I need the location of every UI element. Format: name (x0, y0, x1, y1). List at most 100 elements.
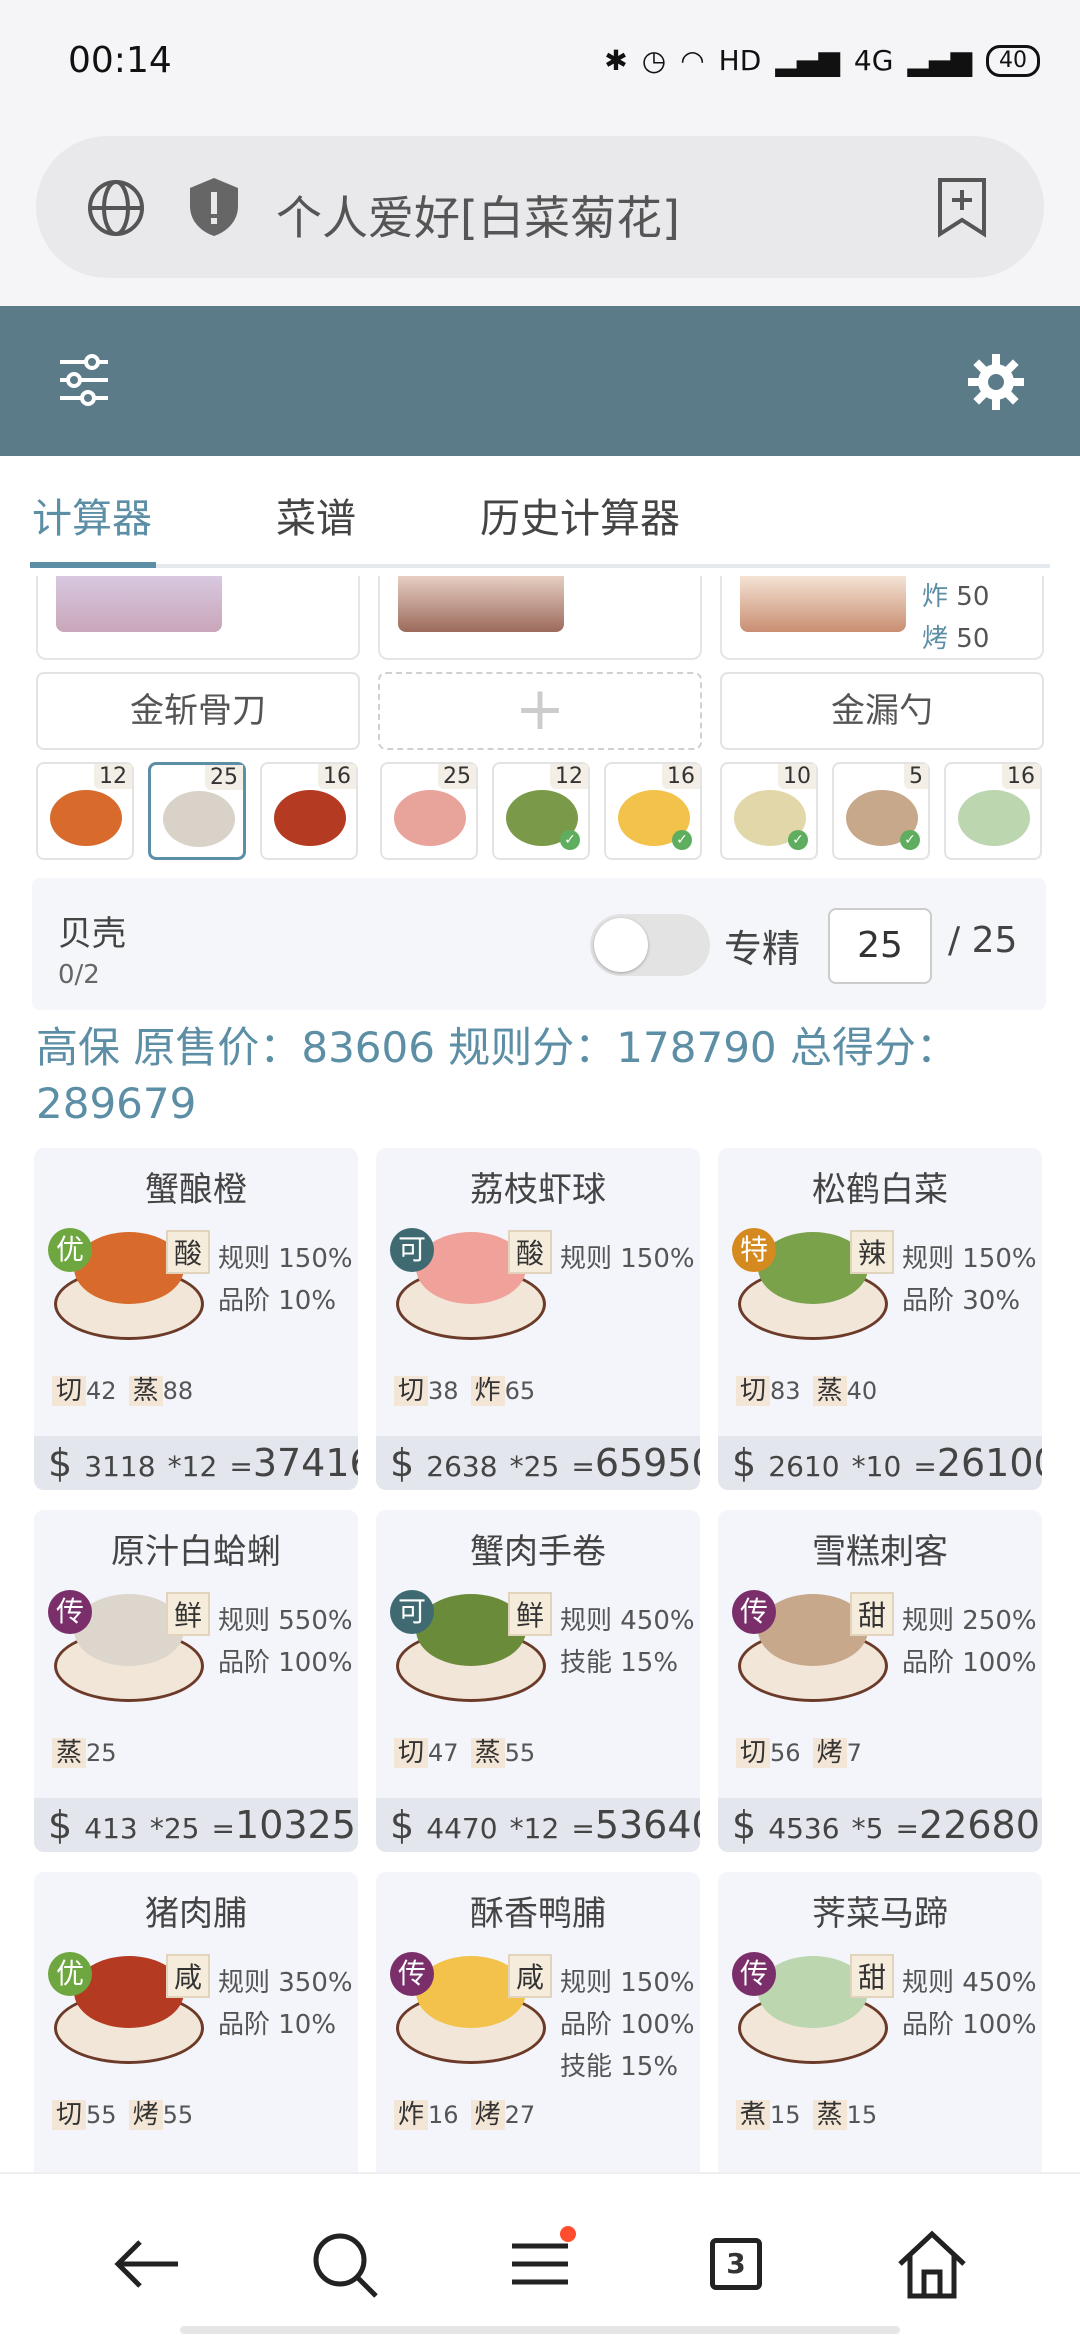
dish-total: $ 413 *25 =10325 (34, 1798, 358, 1852)
rank-badge: 传 (48, 1590, 92, 1634)
shell-label: 贝壳 (58, 914, 126, 954)
wifi-icon: ◠ (680, 44, 705, 77)
modifier: 技能 15% (560, 2052, 679, 2082)
dish-card[interactable]: 酥香鸭脯传 咸规则 150% 品阶 100% 技能 15% 炸 16 烤 27 (376, 1872, 700, 2214)
rank-badge: 优 (48, 1228, 92, 1272)
modifier: 品阶 100% (902, 1648, 1037, 1678)
check-icon: ✓ (560, 830, 580, 850)
modifier-list: 规则 450% 技能 15% (560, 1600, 695, 1684)
rank-badge: 特 (732, 1228, 776, 1272)
modifier: 规则 150% (218, 1244, 353, 1274)
gear-icon[interactable] (966, 352, 1026, 412)
modifier-list: 规则 550% 品阶 100% (218, 1600, 353, 1684)
skill-list: 切 83 蒸 40 (736, 1370, 877, 1407)
skill-list: 切 38 炸 65 (394, 1370, 535, 1407)
dish-image (394, 790, 466, 846)
recipe-thumb[interactable]: 16 ✓ (604, 762, 702, 860)
modifier-list: 规则 450% 品阶 100% (902, 1962, 1037, 2046)
dish-name: 酥香鸭脯 (470, 1894, 606, 1934)
dish-card[interactable]: 原汁白蛤蜊传 鲜规则 550% 品阶 100% 蒸 25 $ 413 *25 =10325 (34, 1510, 358, 1852)
recipe-thumb[interactable]: 10 ✓ (720, 762, 818, 860)
specialize-max: / 25 (948, 920, 1018, 961)
specialize-toggle[interactable] (590, 914, 710, 976)
dish-card[interactable]: 松鹤白菜特 辣规则 150% 品阶 30% 切 83 蒸 40 $ 2610 *10 =261… (718, 1148, 1042, 1490)
flavor-tag: 鲜 (508, 1592, 553, 1636)
tab-calculator[interactable]: 计算器 (32, 486, 152, 544)
status-time: 00:14 (68, 40, 172, 81)
recipe-thumb[interactable]: 16 (260, 762, 358, 860)
dish-name: 松鹤白菜 (812, 1170, 948, 1210)
back-arrow-icon[interactable] (108, 2224, 188, 2304)
dish-name: 蟹肉手卷 (470, 1532, 606, 1572)
rank-badge: 传 (390, 1952, 434, 1996)
dish-card[interactable]: 猪肉脯优 咸规则 350% 品阶 10% 切 55 烤 55 (34, 1872, 358, 2214)
skill-requirement: 切 83 (736, 1370, 801, 1407)
alarm-icon: ◷ (641, 44, 667, 77)
rank-badge: 传 (732, 1590, 776, 1634)
skill-list: 煮 15 蒸 15 (736, 2094, 877, 2131)
skill-requirement: 蒸 15 (812, 2094, 877, 2131)
recipe-count: 12 (550, 764, 588, 789)
tab-bar: 计算器 菜谱 历史计算器 (0, 456, 1080, 574)
check-icon: ✓ (788, 830, 808, 850)
modifier: 规则 550% (218, 1606, 353, 1636)
flavor-tag: 甜 (850, 1592, 895, 1636)
dish-card[interactable]: 雪糕刺客传 甜规则 250% 品阶 100% 切 56 烤 7 $ 4536 *5 =2268… (718, 1510, 1042, 1852)
tab-history-calculator[interactable]: 历史计算器 (480, 486, 680, 544)
modifier-list: 规则 150% 品阶 100% 技能 15% (560, 1962, 695, 2088)
network-label: 4G (853, 44, 894, 77)
recipe-thumb[interactable]: 12 ✓ (492, 762, 590, 860)
dish-card[interactable]: 蟹肉手卷可 鲜规则 450% 技能 15% 切 47 蒸 55 $ 4470 *12 =536… (376, 1510, 700, 1852)
bottom-navigation: 3 (0, 2172, 1080, 2340)
modifier: 规则 450% (560, 1606, 695, 1636)
search-icon[interactable] (304, 2224, 384, 2304)
flavor-tag: 咸 (508, 1954, 553, 1998)
filter-settings-icon[interactable] (56, 352, 112, 408)
recipe-thumb[interactable]: 12 (36, 762, 134, 860)
chef-card[interactable]: 炸 50 烤 50 (720, 576, 1044, 660)
url-text[interactable]: 个人爱好[白菜菊花] (276, 182, 680, 248)
recipe-count: 5 (904, 764, 928, 789)
chef-card[interactable] (378, 576, 702, 660)
recipe-thumb-selected[interactable]: 25 (148, 762, 246, 860)
skill-requirement: 炸 65 (470, 1370, 535, 1407)
equip-slot[interactable]: 金斩骨刀 (36, 672, 360, 750)
modifier-list: 规则 250% 品阶 100% (902, 1600, 1037, 1684)
recipe-thumb[interactable]: 5 ✓ (832, 762, 930, 860)
dish-card[interactable]: 荠菜马蹄传 甜规则 450% 品阶 100% 煮 15 蒸 15 (718, 1872, 1042, 2214)
specialize-input[interactable]: 25 (828, 908, 932, 984)
equip-add-slot[interactable]: + (378, 672, 702, 750)
bookmark-add-icon[interactable] (936, 176, 988, 238)
tab-recipes[interactable]: 菜谱 (276, 486, 356, 544)
recipe-thumb[interactable]: 16 (944, 762, 1042, 860)
tab-divider (30, 564, 1050, 568)
rank-badge: 可 (390, 1590, 434, 1634)
flavor-tag: 鲜 (166, 1592, 211, 1636)
recipe-thumb[interactable]: 25 (380, 762, 478, 860)
dish-name: 蟹酿橙 (145, 1170, 247, 1210)
skill-requirement: 烤 55 (128, 2094, 193, 2131)
dish-name: 荠菜马蹄 (812, 1894, 948, 1934)
tabs-button[interactable]: 3 (696, 2224, 776, 2304)
menu-icon[interactable] (500, 2224, 580, 2304)
address-bar[interactable]: 个人爱好[白菜菊花] (36, 136, 1044, 278)
modifier: 规则 150% (902, 1244, 1037, 1274)
recipe-count: 12 (94, 764, 132, 789)
modifier-list: 规则 150% 品阶 10% (218, 1238, 353, 1322)
status-icons: ✱ ◷ ◠ HD ▂▄▆ 4G ▂▄▆ 40 (604, 44, 1040, 77)
dish-card[interactable]: 蟹酿橙优 酸规则 150% 品阶 10% 切 42 蒸 88 $ 3118 *12 =3741… (34, 1148, 358, 1490)
chef-card[interactable] (36, 576, 360, 660)
dish-card[interactable]: 荔枝虾球可 酸规则 150% 切38 炸65 $ 2638 *25 =65950 (376, 1148, 700, 1490)
dish-name: 原汁白蛤蜊 (111, 1532, 281, 1572)
check-icon: ✓ (672, 830, 692, 850)
dish-total: $ 2638 *25 =65950 (376, 1436, 700, 1490)
modifier: 品阶 30% (902, 1286, 1021, 1316)
dish-image (958, 790, 1030, 846)
shield-icon[interactable] (186, 176, 242, 238)
status-bar: 00:14 ✱ ◷ ◠ HD ▂▄▆ 4G ▂▄▆ 40 (0, 0, 1080, 130)
modifier: 规则 250% (902, 1606, 1037, 1636)
equip-slot[interactable]: 金漏勺 (720, 672, 1044, 750)
home-icon[interactable] (892, 2224, 972, 2304)
skill-requirement: 烤7 (812, 1732, 862, 1769)
specialize-label: 专精 (724, 927, 801, 971)
